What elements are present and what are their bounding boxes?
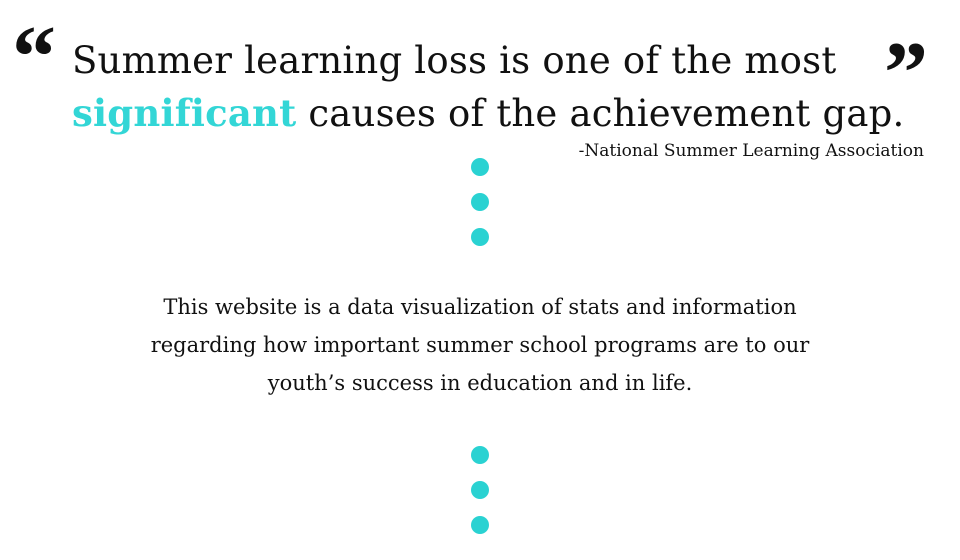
quote-line-2: significant causes of the achievement ga… <box>72 87 904 140</box>
dot-icon <box>471 481 489 499</box>
dots-separator-bottom <box>470 446 490 551</box>
dot-icon <box>471 158 489 176</box>
site-description: This website is a data visualization of … <box>100 288 860 402</box>
dot-icon <box>471 228 489 246</box>
quote-line-1: Summer learning loss is one of the most <box>72 39 837 82</box>
description-line-2: regarding how important summer school pr… <box>150 333 810 357</box>
quote-attribution: -National Summer Learning Association <box>578 141 924 161</box>
dot-icon <box>471 193 489 211</box>
description-line-3: youth’s success in education and in life… <box>267 371 693 395</box>
dot-icon <box>471 446 489 464</box>
quote-block: Summer learning loss is one of the most … <box>72 34 904 140</box>
quote-highlight-word: significant <box>72 91 297 135</box>
description-line-1: This website is a data visualization of … <box>163 295 797 319</box>
quote-line-2-rest: causes of the achievement gap. <box>296 92 905 135</box>
dots-separator-top <box>470 158 490 263</box>
open-quote-mark: “ <box>12 9 56 106</box>
dot-icon <box>471 516 489 534</box>
